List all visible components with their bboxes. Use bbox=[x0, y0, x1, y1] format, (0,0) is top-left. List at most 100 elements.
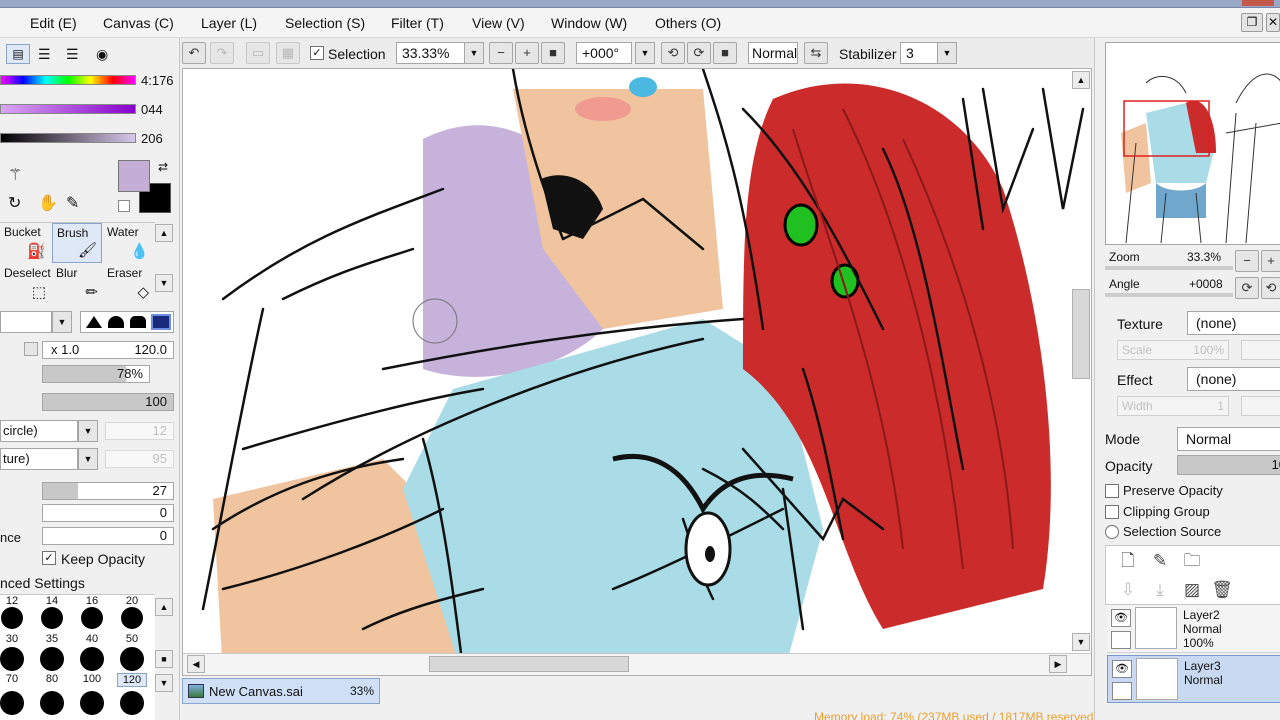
document-tab[interactable]: New Canvas.sai 33% bbox=[182, 678, 380, 704]
min-size-slider[interactable]: 78% bbox=[42, 365, 150, 383]
navigator-preview[interactable] bbox=[1105, 42, 1280, 245]
merge-down-icon[interactable]: ⤓ bbox=[1148, 578, 1172, 602]
canvas-scroll-right-icon[interactable]: ▶ bbox=[1049, 655, 1067, 673]
nav-angle-slider[interactable] bbox=[1105, 293, 1233, 297]
layer-item[interactable]: 👁 Layer2 Normal 100% bbox=[1107, 605, 1280, 653]
canvas-hscroll-thumb[interactable] bbox=[429, 656, 629, 672]
hue-slider[interactable] bbox=[0, 75, 136, 85]
zoom-in-icon[interactable]: + bbox=[515, 42, 539, 64]
edge-hard-icon[interactable] bbox=[151, 314, 171, 330]
zoom-dropdown-icon[interactable]: ▼ bbox=[464, 42, 484, 64]
keep-opacity-checkbox[interactable]: ✓ bbox=[42, 551, 56, 565]
brush-size-dot[interactable] bbox=[40, 647, 64, 671]
brush-shape-dropdown-icon[interactable]: ▼ bbox=[78, 420, 98, 442]
tool-eraser[interactable]: Eraser ◇ bbox=[103, 264, 153, 304]
brush-texture-combo[interactable]: ture) bbox=[0, 448, 78, 470]
blend-mode-field[interactable]: Normal bbox=[748, 42, 798, 64]
redo-icon[interactable]: ↷ bbox=[210, 42, 234, 64]
tool-bucket[interactable]: Bucket ⛽ bbox=[0, 223, 50, 263]
menu-edit[interactable]: Edit (E) bbox=[30, 15, 77, 31]
clear-layer-icon[interactable]: ▨ bbox=[1180, 578, 1204, 602]
flip-icon[interactable]: ⇆ bbox=[804, 42, 828, 64]
undo-icon[interactable]: ↶ bbox=[182, 42, 206, 64]
hsv-slider-mode-icon[interactable]: ☰ bbox=[66, 46, 79, 63]
tool-scroll-up-icon[interactable]: ▲ bbox=[155, 224, 173, 242]
brush-edge-selector[interactable] bbox=[80, 311, 174, 333]
stabilizer-dropdown-icon[interactable]: ▼ bbox=[937, 42, 957, 64]
dilution-slider[interactable]: 0 bbox=[42, 504, 174, 522]
deselect-icon[interactable]: ▭ bbox=[246, 42, 270, 64]
new-folder-icon[interactable]: 🗀 bbox=[1180, 549, 1204, 573]
selection-checkbox[interactable]: ✓ bbox=[310, 46, 324, 60]
brush-size-dot[interactable] bbox=[0, 647, 24, 671]
nav-zoom-out-icon[interactable]: − bbox=[1235, 250, 1259, 272]
tool-scroll-down-icon[interactable]: ▼ bbox=[155, 274, 173, 292]
close-doc-icon[interactable]: ✕ bbox=[1266, 13, 1280, 32]
layer-visibility-icon[interactable]: 👁 bbox=[1112, 660, 1132, 678]
nav-rotate-reset-icon[interactable]: ⟲ bbox=[1261, 277, 1280, 299]
layer-visibility-icon[interactable]: 👁 bbox=[1111, 609, 1131, 627]
brush-mode-combo[interactable] bbox=[0, 311, 52, 333]
canvas-scroll-down-icon[interactable]: ▼ bbox=[1072, 633, 1090, 651]
brush-size-dot[interactable] bbox=[80, 691, 104, 715]
value-slider[interactable] bbox=[0, 133, 136, 143]
zoom-reset-icon[interactable]: ■ bbox=[541, 42, 565, 64]
tool-brush[interactable]: Brush 🖌 bbox=[52, 223, 102, 263]
invert-selection-icon[interactable]: ▦ bbox=[276, 42, 300, 64]
selection-source-radio[interactable] bbox=[1105, 525, 1119, 539]
nav-zoom-slider[interactable] bbox=[1105, 266, 1233, 270]
edge-medium-icon[interactable] bbox=[108, 316, 124, 328]
magic-wand-icon[interactable]: ⚚ bbox=[8, 165, 22, 185]
eyedropper-icon[interactable]: ✎ bbox=[66, 193, 79, 213]
zoom-out-icon[interactable]: − bbox=[489, 42, 513, 64]
presets-scroll-down-icon[interactable]: ▼ bbox=[155, 674, 173, 692]
tool-deselect[interactable]: Deselect ⬚ bbox=[0, 264, 51, 304]
canvas-vscroll-thumb[interactable] bbox=[1072, 289, 1090, 379]
edge-firm-icon[interactable] bbox=[130, 316, 146, 328]
nav-zoom-in-icon[interactable]: + bbox=[1261, 250, 1280, 272]
presets-scroll-mid-icon[interactable]: ■ bbox=[155, 650, 173, 668]
brush-texture-dropdown-icon[interactable]: ▼ bbox=[78, 448, 98, 470]
canvas-scroll-up-icon[interactable]: ▲ bbox=[1072, 71, 1090, 89]
angle-dropdown-icon[interactable]: ▼ bbox=[635, 42, 655, 64]
nav-rotate-icon[interactable]: ⟳ bbox=[1235, 277, 1259, 299]
menu-window[interactable]: Window (W) bbox=[551, 15, 627, 31]
angle-field[interactable]: +000° bbox=[576, 42, 632, 64]
canvas-scroll-left-icon[interactable]: ◀ bbox=[187, 655, 205, 673]
brush-size-dot[interactable] bbox=[121, 607, 143, 629]
stabilizer-field[interactable]: 3 bbox=[900, 42, 940, 64]
new-layer-icon[interactable]: 🗋 bbox=[1116, 549, 1140, 573]
brush-size-dot[interactable] bbox=[120, 647, 144, 671]
menu-selection[interactable]: Selection (S) bbox=[285, 15, 365, 31]
brush-size-dot[interactable] bbox=[0, 691, 24, 715]
swap-colors-icon[interactable]: ⇄ bbox=[158, 160, 168, 174]
tool-blur[interactable]: Blur ✏ bbox=[52, 264, 102, 304]
blending-slider[interactable]: 27 bbox=[42, 482, 174, 500]
size-multiplier-toggle[interactable] bbox=[24, 342, 38, 356]
transfer-down-icon[interactable]: ⇩ bbox=[1116, 578, 1140, 602]
preserve-opacity-checkbox[interactable] bbox=[1105, 484, 1119, 498]
primary-color-swatch[interactable] bbox=[118, 160, 150, 192]
drawing-canvas[interactable]: ▲ ▼ ◀ ▶ bbox=[182, 68, 1092, 676]
brush-size-dot[interactable] bbox=[41, 607, 63, 629]
layer-lock-icon[interactable] bbox=[1112, 682, 1132, 700]
layer-mode-combo[interactable]: Normal bbox=[1177, 427, 1280, 451]
brush-size-dot[interactable] bbox=[81, 607, 103, 629]
brush-shape-combo[interactable]: circle) bbox=[0, 420, 78, 442]
menu-layer[interactable]: Layer (L) bbox=[201, 15, 257, 31]
presets-scroll-up-icon[interactable]: ▲ bbox=[155, 598, 173, 616]
menu-filter[interactable]: Filter (T) bbox=[391, 15, 444, 31]
rotate-right-icon[interactable]: ⟳ bbox=[687, 42, 711, 64]
brush-size-dot[interactable] bbox=[1, 607, 23, 629]
restore-icon[interactable]: ❐ bbox=[1241, 13, 1263, 32]
texture-combo[interactable]: (none) bbox=[1187, 311, 1280, 335]
transparent-color-icon[interactable] bbox=[118, 200, 130, 212]
brush-size-dot[interactable] bbox=[80, 647, 104, 671]
new-linework-layer-icon[interactable]: ✎ bbox=[1148, 549, 1172, 573]
effect-combo[interactable]: (none) bbox=[1187, 367, 1280, 391]
edge-soft-icon[interactable] bbox=[86, 316, 102, 328]
brush-size-dot[interactable] bbox=[120, 691, 144, 715]
tool-water[interactable]: Water 💧 bbox=[103, 223, 153, 263]
window-close-button[interactable] bbox=[1242, 0, 1274, 6]
rotate-left-icon[interactable]: ⟲ bbox=[661, 42, 685, 64]
